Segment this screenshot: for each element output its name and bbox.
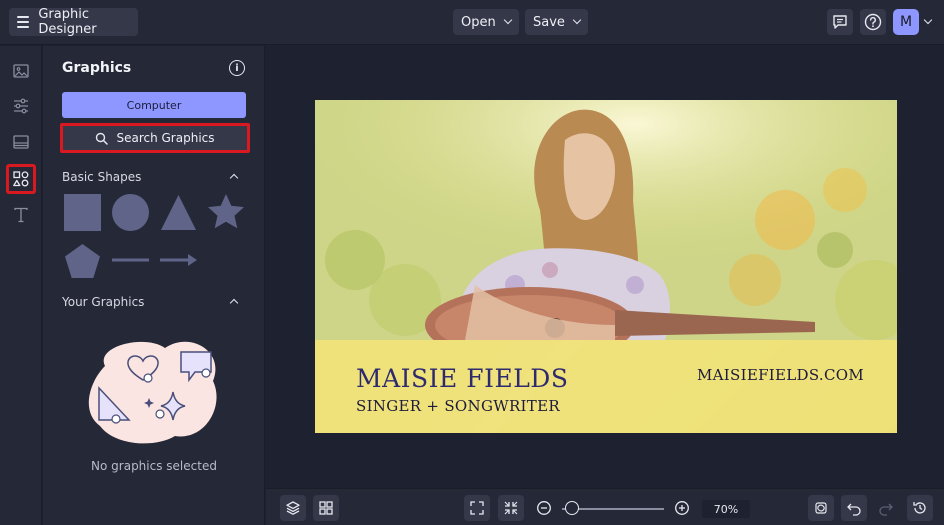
shapes-icon	[13, 171, 29, 187]
arrow-shape[interactable]	[160, 253, 198, 267]
name-banner: MAISIE FIELDS SINGER + SONGWRITER MAISIE…	[315, 340, 897, 433]
image-icon	[13, 64, 29, 78]
refresh-button[interactable]	[808, 495, 834, 521]
tool-rail	[0, 46, 42, 525]
compress-icon	[504, 501, 518, 515]
rail-item-graphics[interactable]	[6, 164, 36, 194]
chevron-down-icon	[503, 15, 512, 25]
zoom-slider-handle[interactable]	[565, 501, 580, 515]
pentagon-shape[interactable]	[64, 243, 101, 279]
app-title: Graphic Designer	[38, 7, 97, 37]
rail-item-text[interactable]	[6, 200, 36, 230]
comment-icon	[833, 15, 847, 29]
fit-screen-button[interactable]	[464, 495, 490, 521]
redo-button[interactable]	[873, 495, 899, 521]
refresh-icon	[815, 502, 827, 514]
your-graphics-heading: Your Graphics	[62, 295, 145, 309]
redo-icon	[879, 503, 893, 516]
triangle-shape[interactable]	[160, 194, 197, 231]
app-menu-button[interactable]: Graphic Designer	[9, 7, 138, 37]
actual-size-button[interactable]	[498, 495, 524, 521]
chevron-up-icon[interactable]	[229, 298, 239, 308]
zoom-level[interactable]: 70%	[702, 500, 750, 518]
zoom-in-icon	[675, 501, 689, 515]
basic-shapes-heading: Basic Shapes	[62, 170, 142, 184]
top-bar: Graphic Designer Open Save M	[0, 0, 944, 45]
canvas-area: MAISIE FIELDS SINGER + SONGWRITER MAISIE…	[266, 46, 944, 488]
computer-button[interactable]: Computer	[62, 92, 246, 118]
artist-url[interactable]: MAISIEFIELDS.COM	[697, 366, 864, 384]
empty-graphics-text: No graphics selected	[91, 459, 217, 473]
zoom-in-button[interactable]	[669, 495, 695, 521]
avatar[interactable]: M	[893, 9, 919, 35]
open-dropdown[interactable]: Open	[453, 9, 519, 35]
history-icon	[913, 502, 926, 514]
grid-button[interactable]	[313, 495, 339, 521]
chevron-up-icon[interactable]	[229, 173, 239, 183]
star-shape[interactable]	[207, 193, 245, 231]
sliders-icon	[14, 98, 28, 114]
text-icon	[14, 207, 28, 223]
chevron-down-icon[interactable]	[923, 15, 933, 25]
help-button[interactable]	[860, 9, 886, 35]
empty-graphics-illustration	[88, 341, 217, 444]
grid-icon	[319, 501, 333, 515]
search-icon	[96, 132, 109, 145]
layers-icon	[286, 501, 300, 515]
artist-role[interactable]: SINGER + SONGWRITER	[356, 397, 560, 415]
graphics-panel: Graphics i Computer Search Graphics Basi…	[43, 46, 265, 525]
help-icon	[864, 13, 882, 31]
zoom-out-icon	[537, 501, 551, 515]
rail-item-layout[interactable]	[6, 127, 36, 157]
feedback-button[interactable]	[827, 9, 853, 35]
save-dropdown[interactable]: Save	[525, 9, 588, 35]
zoom-out-button[interactable]	[531, 495, 557, 521]
circle-shape[interactable]	[112, 194, 149, 231]
search-graphics-label: Search Graphics	[116, 131, 215, 145]
artwork-photo	[315, 100, 897, 340]
square-shape[interactable]	[64, 194, 101, 231]
layout-icon	[13, 135, 29, 149]
bottom-toolbar: 70%	[266, 488, 944, 525]
hamburger-icon	[17, 16, 30, 28]
expand-icon	[470, 501, 484, 515]
artboard[interactable]: MAISIE FIELDS SINGER + SONGWRITER MAISIE…	[315, 100, 897, 433]
undo-button[interactable]	[841, 495, 867, 521]
info-icon[interactable]: i	[229, 60, 245, 76]
rail-item-photos[interactable]	[6, 56, 36, 86]
save-label: Save	[533, 14, 565, 30]
undo-icon	[847, 503, 861, 516]
layers-button[interactable]	[280, 495, 306, 521]
rail-item-adjust[interactable]	[6, 91, 36, 121]
search-graphics-button[interactable]: Search Graphics	[60, 123, 250, 153]
panel-title: Graphics	[62, 60, 132, 76]
artist-name[interactable]: MAISIE FIELDS	[356, 364, 568, 393]
open-label: Open	[461, 14, 496, 30]
chevron-down-icon	[572, 15, 582, 25]
history-button[interactable]	[907, 495, 933, 521]
line-shape[interactable]	[112, 257, 149, 263]
